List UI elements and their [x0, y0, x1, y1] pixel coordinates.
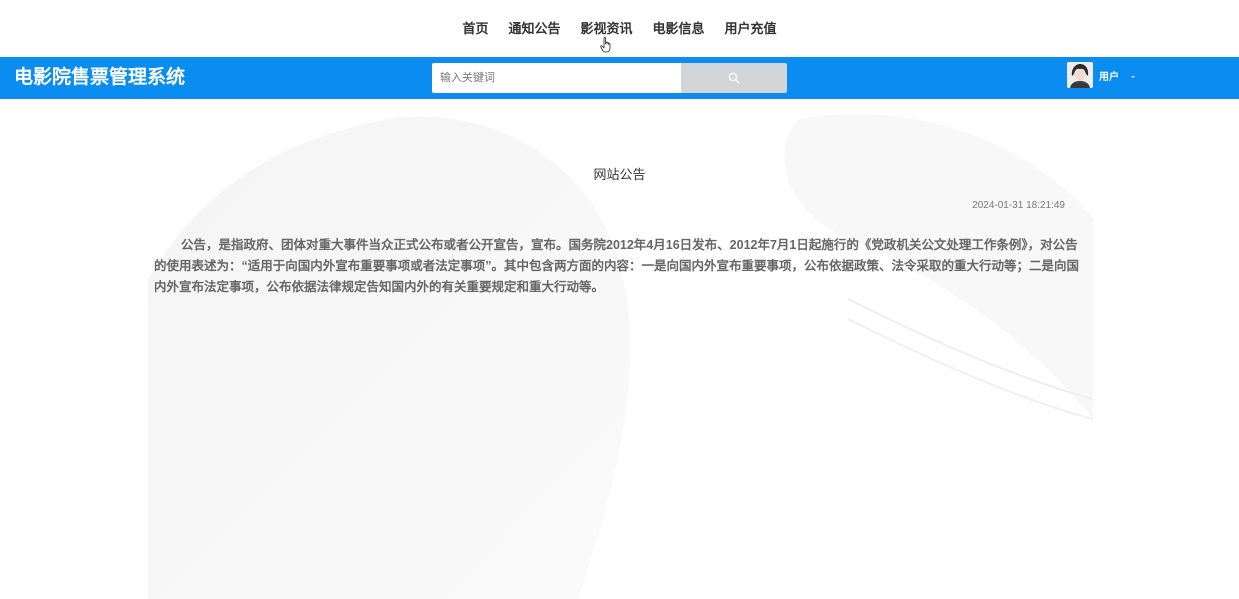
user-name[interactable]: 用户 [1099, 57, 1119, 99]
nav-item-notices[interactable]: 通知公告 [508, 0, 560, 57]
hand-cursor-icon [600, 37, 611, 53]
search-button[interactable] [681, 63, 787, 93]
avatar-image [1067, 62, 1093, 88]
nav-item-movie-info[interactable]: 电影信息 [653, 0, 705, 57]
avatar[interactable] [1067, 62, 1093, 88]
site-title: 电影院售票管理系统 [14, 67, 186, 88]
nav-item-home[interactable]: 首页 [462, 0, 488, 57]
article-title: 网站公告 [593, 167, 646, 182]
chevron-down-icon[interactable] [1130, 74, 1136, 80]
article-date: 2024-01-31 18:21:49 [972, 200, 1065, 211]
search-input[interactable] [432, 63, 681, 93]
search-icon [728, 72, 740, 84]
header-bar: 电影院售票管理系统 用户 [0, 57, 1239, 99]
top-nav: 首页 通知公告 影视资讯 电影信息 用户充值 [0, 0, 1239, 57]
nav-item-recharge[interactable]: 用户充值 [725, 0, 777, 57]
article-body: 公告，是指政府、团体对重大事件当众正式公布或者公开宣告，宣布。国务院2012年4… [154, 238, 1080, 294]
